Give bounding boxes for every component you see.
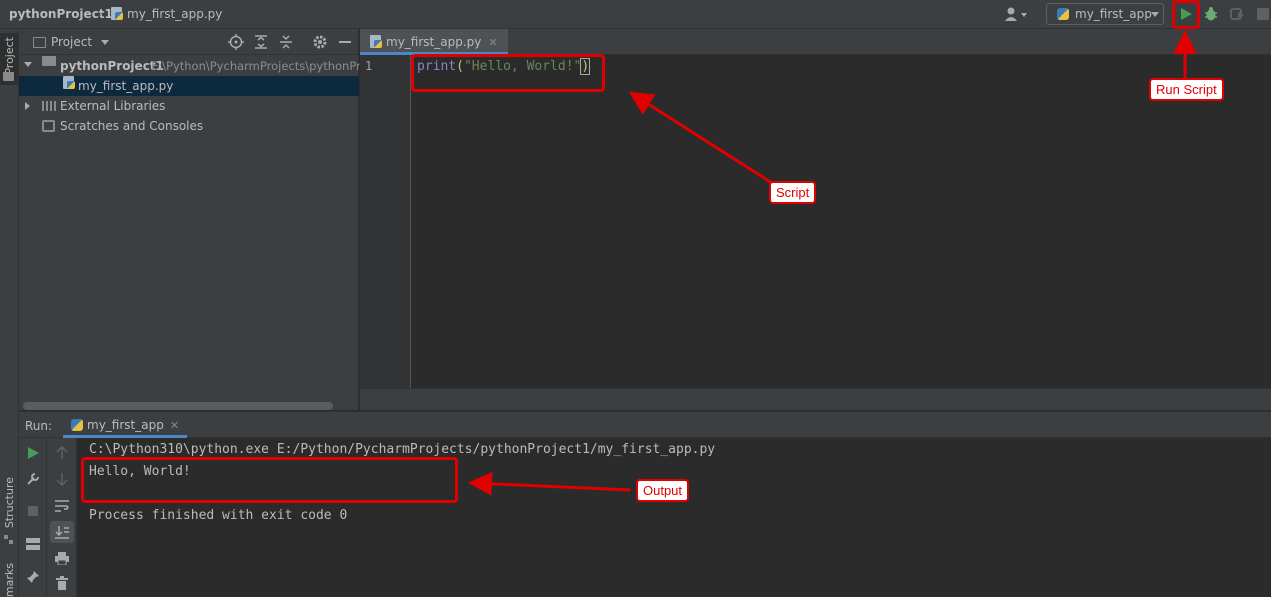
script-callout: Script	[769, 181, 817, 204]
tree-item-label: pythonProject1	[60, 59, 164, 73]
layout-icon[interactable]	[24, 535, 42, 553]
wrench-icon[interactable]	[24, 470, 42, 488]
project-view-chevron-icon[interactable]	[101, 40, 109, 45]
user-account-icon[interactable]	[1003, 6, 1029, 23]
structure-tool-label: Structure	[3, 477, 16, 529]
console-exit-line: Process finished with exit code 0	[89, 508, 348, 523]
python-file-icon	[111, 7, 123, 20]
expand-all-icon[interactable]	[253, 34, 269, 53]
down-arrow-icon[interactable]	[53, 470, 71, 488]
run-tab[interactable]: my_first_app ✕	[63, 412, 188, 438]
collapsed-chevron-icon[interactable]	[25, 102, 30, 110]
trash-icon[interactable]	[53, 574, 71, 592]
breadcrumb-file[interactable]: my_first_app.py	[111, 7, 222, 21]
soft-wrap-icon[interactable]	[53, 497, 71, 515]
run-button-highlight	[1172, 0, 1200, 29]
run-toolbar-right	[47, 438, 77, 597]
output-highlight-box	[81, 457, 458, 503]
breadcrumb-file-label: my_first_app.py	[127, 7, 223, 21]
structure-icon	[4, 533, 13, 544]
project-tool-label: Project	[3, 37, 16, 75]
project-panel-header: Project	[19, 29, 359, 55]
editor-tab[interactable]: my_first_app.py ✕	[360, 29, 508, 55]
tree-item-label: External Libraries	[60, 99, 166, 113]
coverage-icon[interactable]	[1229, 6, 1245, 22]
expanded-chevron-icon[interactable]	[24, 62, 32, 67]
tree-item-file[interactable]: my_first_app.py	[19, 76, 359, 96]
editor-gutter: 1	[360, 55, 411, 388]
folder-icon	[3, 72, 14, 81]
python-icon	[1057, 8, 1069, 20]
run-tab-label: my_first_app	[87, 418, 164, 432]
script-highlight-box	[411, 54, 605, 92]
up-arrow-icon[interactable]	[53, 444, 71, 462]
pin-icon[interactable]	[24, 568, 42, 586]
folder-icon	[42, 56, 56, 66]
close-icon[interactable]: ✕	[488, 36, 497, 49]
scroll-to-end-icon[interactable]	[50, 521, 74, 543]
panel-folder-icon	[33, 37, 46, 48]
locate-file-icon[interactable]	[228, 34, 244, 53]
editor-tab-bar: my_first_app.py ✕	[360, 29, 1271, 55]
stop-icon[interactable]	[1257, 8, 1269, 20]
horizontal-scrollbar[interactable]	[23, 402, 333, 410]
gear-icon[interactable]	[312, 34, 328, 53]
output-callout: Output	[636, 479, 690, 502]
title-bar: pythonProject1 › my_first_app.py my_firs…	[0, 0, 1271, 29]
collapse-all-icon[interactable]	[278, 34, 294, 53]
rerun-icon[interactable]	[24, 444, 42, 462]
run-config-select[interactable]: my_first_app	[1046, 3, 1164, 25]
run-toolbar-left	[19, 438, 47, 597]
console-command-line: C:\Python310\python.exe E:/Python/Pychar…	[89, 442, 716, 457]
library-icon	[42, 101, 56, 111]
left-tool-stripe: Project Structure marks	[0, 29, 19, 597]
run-panel-label: Run:	[25, 419, 53, 433]
line-number: 1	[365, 59, 373, 73]
tree-item-project-root[interactable]: pythonProject1 E:\Python\PycharmProjects…	[19, 56, 368, 76]
close-icon[interactable]: ✕	[170, 419, 179, 432]
python-icon	[71, 419, 83, 431]
editor-bottom-bar	[360, 388, 1271, 410]
tree-item-label: my_first_app.py	[78, 79, 174, 93]
editor-tab-label: my_first_app.py	[386, 35, 482, 49]
debug-bug-icon[interactable]	[1203, 6, 1219, 22]
tree-item-label: Scratches and Consoles	[60, 119, 204, 133]
chevron-down-icon	[1151, 12, 1159, 17]
hide-panel-icon[interactable]	[339, 41, 351, 43]
tree-item-external-libraries[interactable]: External Libraries	[19, 96, 359, 116]
run-panel-header: Run: my_first_app ✕	[19, 411, 1271, 438]
print-icon[interactable]	[53, 549, 71, 567]
scratches-icon	[42, 120, 55, 132]
code-editor[interactable]: print("Hello, World!")	[412, 55, 1271, 388]
structure-tool-tab[interactable]: Structure	[0, 475, 18, 545]
python-file-icon	[63, 76, 75, 89]
bookmarks-tool-label: marks	[3, 563, 16, 597]
project-panel: Project pythonProject1 E:\Python\Pycharm…	[19, 29, 368, 410]
stop-icon[interactable]	[24, 502, 42, 520]
project-panel-title[interactable]: Project	[51, 35, 92, 49]
breadcrumb-separator-icon: ›	[98, 7, 103, 21]
run-script-callout: Run Script	[1149, 78, 1224, 101]
tree-item-scratches[interactable]: Scratches and Consoles	[19, 116, 359, 136]
project-tool-tab[interactable]: Project	[0, 33, 18, 85]
run-config-label: my_first_app	[1075, 7, 1152, 21]
tree-item-path: E:\Python\PycharmProjects\pythonPro	[151, 59, 368, 73]
bookmarks-tool-tab[interactable]: marks	[0, 563, 18, 597]
python-file-icon	[370, 35, 382, 48]
